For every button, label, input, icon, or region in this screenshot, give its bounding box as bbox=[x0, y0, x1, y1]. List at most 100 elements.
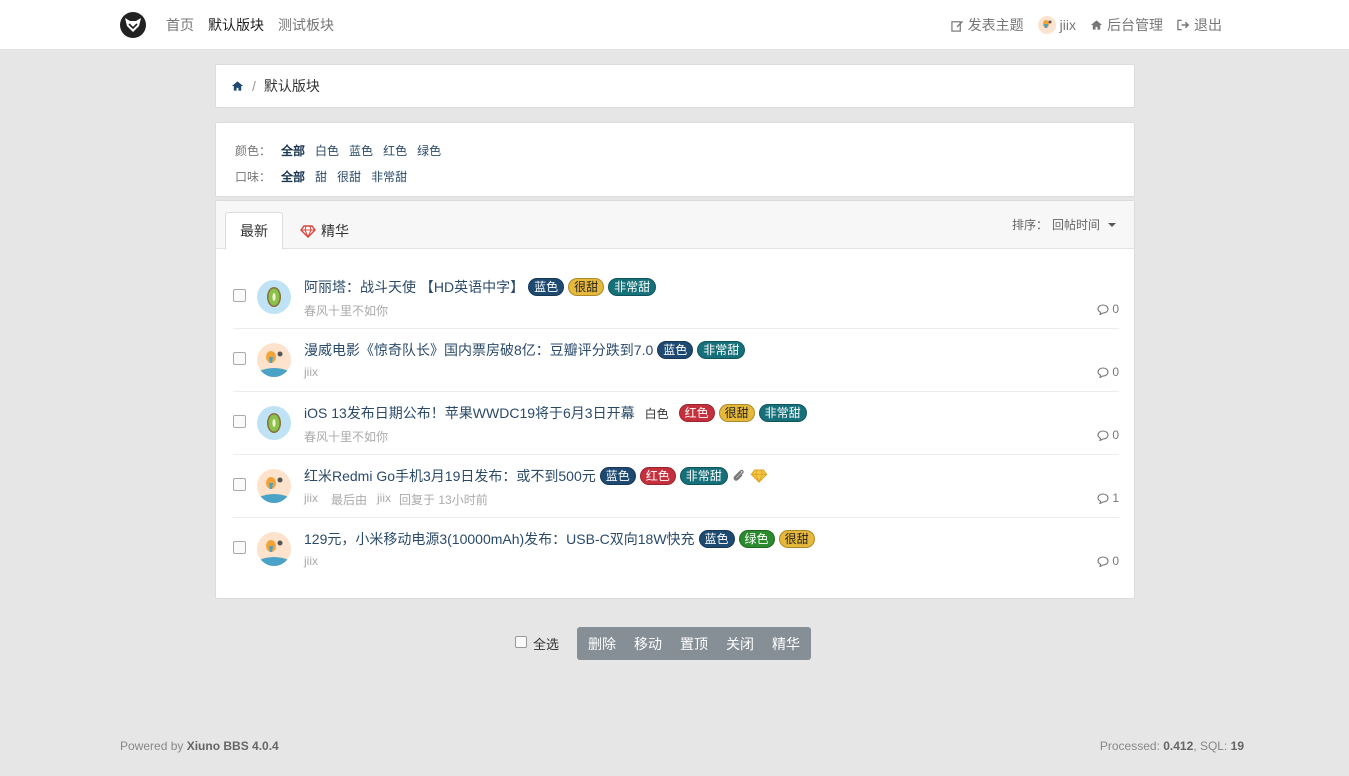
sort-dropdown[interactable]: 排序： 回帖时间 bbox=[1012, 216, 1116, 233]
user-nav: 发表主题 jiix 后台管理 退出 bbox=[950, 15, 1222, 35]
thread-tabs: 最新 精华 排序： 回帖时间 bbox=[216, 201, 1134, 250]
powered-prefix: Powered by bbox=[120, 739, 187, 753]
tag-badge[interactable]: 蓝色 bbox=[599, 467, 636, 485]
nav-item-home[interactable]: 首页 bbox=[166, 15, 194, 35]
moderation-actions: 全选 删除 移动 置顶 关闭 精华 bbox=[515, 627, 812, 660]
tag-badge[interactable]: 蓝色 bbox=[528, 278, 565, 296]
tag-badge[interactable]: 很甜 bbox=[568, 278, 605, 296]
filter-color-all[interactable]: 全部 bbox=[281, 142, 305, 159]
tag-plain[interactable]: 白色 bbox=[645, 405, 669, 422]
avatar-kiwi[interactable] bbox=[257, 280, 291, 314]
tag-badge[interactable]: 非常甜 bbox=[679, 467, 728, 485]
filter-color-blue[interactable]: 蓝色 bbox=[349, 142, 373, 159]
breadcrumb-separator: / bbox=[252, 78, 256, 94]
thread-checkbox[interactable] bbox=[233, 478, 246, 491]
nav-item-test-forum[interactable]: 测试板块 bbox=[278, 15, 334, 35]
processed-label: Processed: bbox=[1099, 739, 1164, 753]
new-thread-link[interactable]: 发表主题 bbox=[950, 15, 1024, 35]
thread-author[interactable]: jiix bbox=[304, 491, 318, 508]
avatar-balloon[interactable] bbox=[257, 469, 291, 503]
filter-taste-extremely-sweet[interactable]: 非常甜 bbox=[371, 168, 407, 185]
caret-down-icon bbox=[1108, 222, 1116, 227]
breadcrumb: / 默认版块 bbox=[215, 64, 1135, 108]
tag-badge[interactable]: 蓝色 bbox=[698, 530, 735, 548]
thread-title[interactable]: 红米Redmi Go手机3月19日发布：或不到500元 bbox=[304, 466, 596, 486]
filter-color-red[interactable]: 红色 bbox=[383, 142, 407, 159]
thread-title[interactable]: iOS 13发布日期公布！苹果WWDC19将于6月3日开幕 bbox=[304, 403, 635, 423]
tag-badge[interactable]: 非常甜 bbox=[758, 404, 807, 422]
tab-digest[interactable]: 精华 bbox=[286, 212, 363, 250]
thread-title-line: 阿丽塔：战斗天使 【HD英语中字】 蓝色 很甜 非常甜 bbox=[304, 277, 657, 297]
thread-row: 129元，小米移动电源3(10000mAh)发布：USB-C双向18W快充 蓝色… bbox=[233, 518, 1119, 581]
avatar-kiwi[interactable] bbox=[257, 406, 291, 440]
footer-powered-by: Powered by Xiuno BBS 4.0.4 bbox=[120, 739, 279, 753]
tag-badge[interactable]: 非常甜 bbox=[608, 278, 657, 296]
thread-checkbox[interactable] bbox=[233, 541, 246, 554]
user-profile-link[interactable]: jiix bbox=[1037, 16, 1076, 34]
thread-row: 红米Redmi Go手机3月19日发布：或不到500元 蓝色 红色 非常甜 ji… bbox=[233, 455, 1119, 518]
processed-value: 0.412 bbox=[1163, 739, 1194, 753]
filter-taste-all[interactable]: 全部 bbox=[281, 168, 305, 185]
thread-title[interactable]: 129元，小米移动电源3(10000mAh)发布：USB-C双向18W快充 bbox=[304, 529, 695, 549]
thread-author[interactable]: 春风十里不如你 bbox=[304, 302, 388, 319]
filter-color-green[interactable]: 绿色 bbox=[417, 142, 441, 159]
thread-title-line: 红米Redmi Go手机3月19日发布：或不到500元 蓝色 红色 非常甜 bbox=[304, 466, 768, 486]
tab-digest-label: 精华 bbox=[321, 223, 349, 239]
reply-count: 1 bbox=[1097, 491, 1119, 505]
comment-icon bbox=[1097, 366, 1109, 378]
avatar-balloon[interactable] bbox=[257, 343, 291, 377]
thread-author[interactable]: jiix bbox=[304, 554, 318, 568]
tag-badge[interactable]: 红色 bbox=[678, 404, 715, 422]
reply-count-value: 0 bbox=[1112, 365, 1119, 379]
tag-badge[interactable]: 很甜 bbox=[778, 530, 815, 548]
tag-badge[interactable]: 很甜 bbox=[718, 404, 755, 422]
logout-link[interactable]: 退出 bbox=[1177, 15, 1222, 35]
tag-badge[interactable]: 绿色 bbox=[738, 530, 775, 548]
thread-checkbox[interactable] bbox=[233, 352, 246, 365]
nav-item-default-forum[interactable]: 默认版块 bbox=[208, 15, 264, 35]
reply-count: 0 bbox=[1097, 365, 1119, 379]
admin-link[interactable]: 后台管理 bbox=[1090, 15, 1163, 35]
select-all-checkbox[interactable] bbox=[515, 635, 527, 648]
home-icon[interactable] bbox=[231, 80, 244, 92]
thread-checkbox[interactable] bbox=[233, 289, 246, 302]
last-reply-user[interactable]: jiix bbox=[377, 491, 391, 508]
select-all[interactable]: 全选 bbox=[515, 634, 559, 653]
last-reply-time: 回复于 13小时前 bbox=[399, 493, 488, 507]
thread-meta: jiix bbox=[304, 365, 318, 379]
thread-author[interactable]: 春风十里不如你 bbox=[304, 428, 388, 445]
sort-label: 排序： bbox=[1011, 218, 1048, 232]
tag-badge[interactable]: 红色 bbox=[639, 467, 676, 485]
diamond-icon bbox=[750, 469, 768, 483]
tab-latest-label: 最新 bbox=[240, 223, 268, 239]
comment-icon bbox=[1097, 555, 1109, 567]
tag-badge[interactable]: 非常甜 bbox=[697, 341, 746, 359]
username: jiix bbox=[1059, 17, 1076, 33]
digest-button[interactable]: 精华 bbox=[763, 634, 809, 654]
tab-latest[interactable]: 最新 bbox=[225, 212, 283, 250]
thread-checkbox[interactable] bbox=[233, 415, 246, 428]
powered-name[interactable]: Xiuno BBS 4.0.4 bbox=[187, 739, 279, 753]
move-button[interactable]: 移动 bbox=[625, 634, 671, 654]
close-button[interactable]: 关闭 bbox=[717, 634, 763, 654]
delete-button[interactable]: 删除 bbox=[579, 634, 625, 654]
tag-badge[interactable]: 蓝色 bbox=[657, 341, 694, 359]
thread-title[interactable]: 漫威电影《惊奇队长》国内票房破8亿：豆瓣评分跌到7.0 bbox=[304, 340, 653, 360]
comment-icon bbox=[1097, 492, 1109, 504]
comment-icon bbox=[1097, 303, 1109, 315]
filter-taste-sweet[interactable]: 甜 bbox=[315, 168, 327, 185]
filter-color-white[interactable]: 白色 bbox=[315, 142, 339, 159]
filter-taste-very-sweet[interactable]: 很甜 bbox=[337, 168, 361, 185]
site-logo[interactable] bbox=[120, 12, 146, 38]
filter-row-taste: 口味： 全部 甜 很甜 非常甜 bbox=[235, 163, 1134, 189]
filter-panel: 颜色： 全部 白色 蓝色 红色 绿色 口味： 全部 甜 很甜 非常甜 bbox=[215, 122, 1135, 197]
thread-title[interactable]: 阿丽塔：战斗天使 【HD英语中字】 bbox=[304, 277, 524, 297]
breadcrumb-current[interactable]: 默认版块 bbox=[264, 76, 320, 96]
home-icon bbox=[1090, 20, 1103, 30]
avatar-balloon[interactable] bbox=[257, 532, 291, 566]
reply-count-value: 0 bbox=[1112, 428, 1119, 442]
filter-row-color: 颜色： 全部 白色 蓝色 红色 绿色 bbox=[235, 137, 1134, 163]
thread-author[interactable]: jiix bbox=[304, 365, 318, 379]
pin-button[interactable]: 置顶 bbox=[671, 634, 717, 654]
reply-count-value: 0 bbox=[1112, 302, 1119, 316]
